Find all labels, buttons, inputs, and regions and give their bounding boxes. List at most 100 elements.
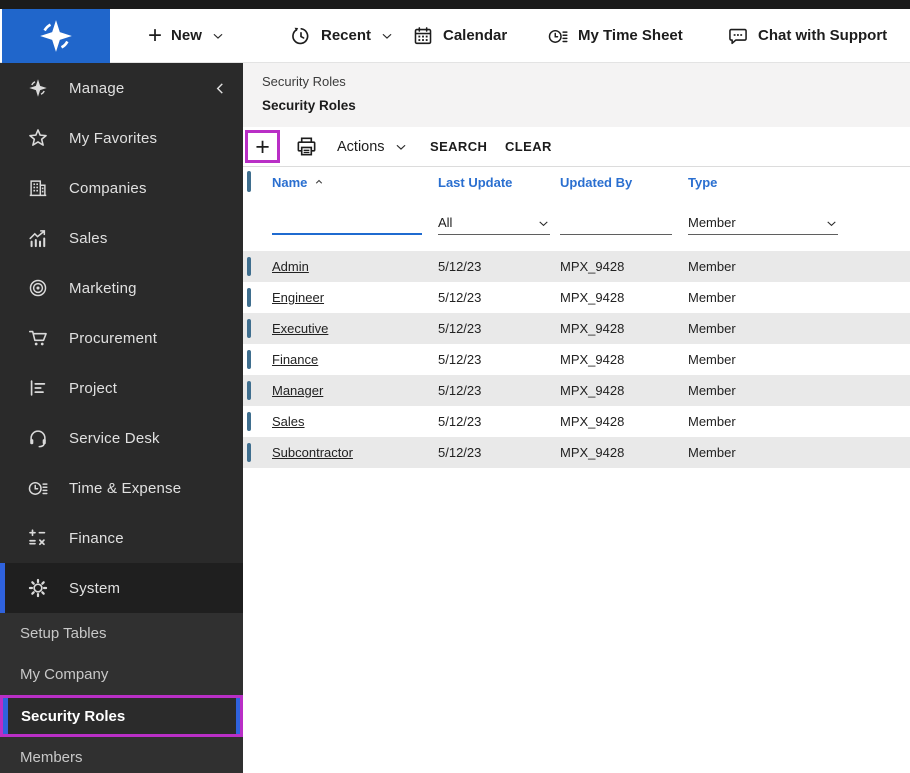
updated-by-cell: MPX_9428 xyxy=(560,352,625,367)
sidebar-item-companies[interactable]: Companies xyxy=(0,163,243,213)
collapse-sidebar-icon[interactable] xyxy=(212,80,229,97)
recent-menu-button[interactable]: Recent xyxy=(290,9,394,62)
sidebar-item-manage[interactable]: Manage xyxy=(0,63,243,113)
chat-bubble-icon xyxy=(727,25,749,47)
sidebar-item-marketing[interactable]: Marketing xyxy=(0,263,243,313)
chart-growth-icon xyxy=(27,227,49,249)
sidebar-item-label: Time & Expense xyxy=(69,479,182,497)
last-update-cell: 5/12/23 xyxy=(438,259,482,274)
print-icon[interactable] xyxy=(295,135,318,158)
updated-by-cell: MPX_9428 xyxy=(560,445,625,460)
sidebar-item-procurement[interactable]: Procurement xyxy=(0,313,243,363)
type-cell: Member xyxy=(688,321,736,336)
column-header-type[interactable]: Type xyxy=(688,175,910,190)
sidebar: Manage My Favorites Companies Sales Mark… xyxy=(0,63,243,773)
submenu-item-members[interactable]: Members xyxy=(0,737,243,773)
role-name-link[interactable]: Subcontractor xyxy=(272,445,353,460)
type-filter-select[interactable]: Member xyxy=(688,215,838,235)
last-update-cell: 5/12/23 xyxy=(438,445,482,460)
submenu-item-label: Security Roles xyxy=(21,707,126,725)
role-name-link[interactable]: Admin xyxy=(272,259,309,274)
main-content: Security Roles Security Roles + Actions … xyxy=(243,63,910,773)
table-header-row: Name Last Update Updated By Type xyxy=(243,167,910,197)
last-update-filter-value: All xyxy=(438,215,453,230)
column-header-name[interactable]: Name xyxy=(272,175,438,190)
sort-ascending-icon xyxy=(313,176,325,188)
submenu-item-security-roles[interactable]: Security Roles xyxy=(0,695,243,737)
sidebar-item-label: Project xyxy=(69,379,118,397)
my-time-sheet-button[interactable]: My Time Sheet xyxy=(547,9,683,62)
chevron-down-icon xyxy=(394,140,408,154)
row-checkbox[interactable] xyxy=(247,257,251,276)
row-checkbox[interactable] xyxy=(247,350,251,369)
buildings-icon xyxy=(27,177,49,199)
annotation-highlight-add-button: + xyxy=(245,130,280,163)
role-name-link[interactable]: Manager xyxy=(272,383,323,398)
outline-list-icon xyxy=(27,377,49,399)
sidebar-item-label: Marketing xyxy=(69,279,137,297)
chat-with-support-label: Chat with Support xyxy=(758,27,888,44)
page-title: Security Roles xyxy=(262,98,356,113)
sidebar-item-label: System xyxy=(69,579,121,597)
breadcrumb[interactable]: Security Roles xyxy=(262,74,910,89)
row-checkbox[interactable] xyxy=(247,381,251,400)
compass-icon xyxy=(27,77,49,99)
plus-icon: + xyxy=(148,21,163,49)
sidebar-item-time-expense[interactable]: Time & Expense xyxy=(0,463,243,513)
row-checkbox[interactable] xyxy=(247,319,251,338)
actions-menu-button[interactable]: Actions xyxy=(337,127,408,166)
role-name-link[interactable]: Executive xyxy=(272,321,328,336)
updated-by-cell: MPX_9428 xyxy=(560,414,625,429)
new-menu-button[interactable]: + New xyxy=(148,9,225,62)
headset-icon xyxy=(27,427,49,449)
gear-icon xyxy=(27,577,49,599)
updated-by-filter-input[interactable] xyxy=(560,213,672,235)
calendar-button[interactable]: Calendar xyxy=(412,9,507,62)
sidebar-item-my-favorites[interactable]: My Favorites xyxy=(0,113,243,163)
updated-by-cell: MPX_9428 xyxy=(560,383,625,398)
submenu-item-label: My Company xyxy=(20,666,109,683)
browser-top-strip xyxy=(0,0,910,9)
table-row: Manager 5/12/23 MPX_9428 Member xyxy=(243,375,910,406)
add-security-role-button[interactable]: + xyxy=(255,134,270,159)
column-header-updated-by[interactable]: Updated By xyxy=(560,175,688,190)
sidebar-item-sales[interactable]: Sales xyxy=(0,213,243,263)
sidebar-item-finance[interactable]: Finance xyxy=(0,513,243,563)
history-icon xyxy=(290,25,312,47)
role-name-link[interactable]: Finance xyxy=(272,352,318,367)
row-checkbox[interactable] xyxy=(247,412,251,431)
table-row: Sales 5/12/23 MPX_9428 Member xyxy=(243,406,910,437)
row-checkbox[interactable] xyxy=(247,288,251,307)
type-filter-value: Member xyxy=(688,215,736,230)
submenu-item-label: Members xyxy=(20,749,83,766)
updated-by-cell: MPX_9428 xyxy=(560,290,625,305)
sidebar-item-system[interactable]: System xyxy=(0,563,243,613)
row-checkbox[interactable] xyxy=(247,443,251,462)
chat-with-support-button[interactable]: Chat with Support xyxy=(727,9,887,62)
my-time-sheet-label: My Time Sheet xyxy=(578,27,683,44)
clear-button[interactable]: CLEAR xyxy=(505,127,552,166)
updated-by-cell: MPX_9428 xyxy=(560,259,625,274)
submenu-item-label: Setup Tables xyxy=(20,625,107,642)
top-navigation-bar: + New Recent Calendar My Time Sheet Chat… xyxy=(0,9,910,63)
table-spacer xyxy=(243,242,910,251)
sidebar-item-project[interactable]: Project xyxy=(0,363,243,413)
role-name-link[interactable]: Engineer xyxy=(272,290,324,305)
table-row: Admin 5/12/23 MPX_9428 Member xyxy=(243,251,910,282)
name-filter-input[interactable] xyxy=(272,213,422,235)
app-logo[interactable] xyxy=(2,9,110,63)
star-icon xyxy=(27,127,49,149)
search-button[interactable]: SEARCH xyxy=(430,127,487,166)
submenu-item-my-company[interactable]: My Company xyxy=(0,654,243,695)
sidebar-product-label: Manage xyxy=(69,79,125,97)
submenu-item-setup-tables[interactable]: Setup Tables xyxy=(0,613,243,654)
role-name-link[interactable]: Sales xyxy=(272,414,305,429)
toolbar: + Actions SEARCH CLEAR xyxy=(243,127,910,166)
select-all-checkbox[interactable] xyxy=(247,171,251,192)
app-window: + New Recent Calendar My Time Sheet Chat… xyxy=(0,0,910,773)
sidebar-item-label: Finance xyxy=(69,529,124,547)
chevron-down-icon xyxy=(537,217,550,230)
sidebar-item-service-desk[interactable]: Service Desk xyxy=(0,413,243,463)
last-update-filter-select[interactable]: All xyxy=(438,215,550,235)
column-header-last-update[interactable]: Last Update xyxy=(438,175,560,190)
